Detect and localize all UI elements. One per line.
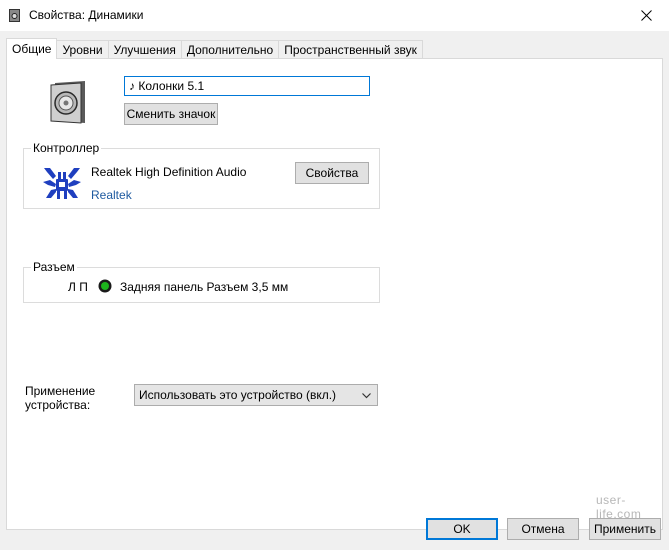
dialog-client-area: Общие Уровни Улучшения Дополнительно Про… (0, 31, 669, 550)
tab-advanced[interactable]: Дополнительно (180, 40, 280, 59)
device-usage-selected-value: Использовать это устройство (вкл.) (139, 388, 337, 402)
title-bar: Свойства: Динамики (0, 0, 669, 31)
jack-channel-label: Л П (68, 280, 88, 294)
controller-group: Контроллер Realtek High Definition Audio… (23, 141, 380, 209)
controller-group-label: Контроллер (31, 141, 102, 155)
jack-group: Разъем Л П Задняя панель Разъем 3,5 мм (23, 260, 380, 303)
close-button[interactable] (623, 0, 669, 31)
device-usage-select[interactable]: Использовать это устройство (вкл.) (134, 384, 378, 406)
device-usage-label: Применение устройства: (25, 384, 96, 412)
speaker-icon (50, 81, 85, 124)
jack-color-indicator-icon (98, 279, 112, 293)
jack-group-label: Разъем (31, 260, 77, 274)
ok-button[interactable]: OK (426, 518, 498, 540)
controller-name: Realtek High Definition Audio (91, 165, 247, 179)
tab-strip: Общие Уровни Улучшения Дополнительно Про… (6, 38, 423, 59)
change-icon-button[interactable]: Сменить значок (124, 103, 218, 125)
chevron-down-icon (362, 393, 371, 399)
controller-vendor: Realtek (91, 188, 132, 202)
cancel-button[interactable]: Отмена (507, 518, 579, 540)
realtek-crab-icon (43, 168, 81, 199)
tab-panel-general: Сменить значок Контроллер (6, 58, 663, 530)
device-name-input[interactable] (124, 76, 370, 96)
tab-levels[interactable]: Уровни (56, 40, 109, 59)
close-icon (640, 10, 652, 21)
tab-general[interactable]: Общие (6, 38, 58, 59)
tab-enhancements[interactable]: Улучшения (107, 40, 182, 59)
apply-button[interactable]: Применить (589, 518, 661, 540)
window-title: Свойства: Динамики (29, 8, 144, 22)
tab-spatial-sound[interactable]: Пространственный звук (278, 40, 423, 59)
speaker-small-icon (9, 9, 20, 22)
jack-description: Задняя панель Разъем 3,5 мм (120, 280, 289, 294)
controller-properties-button[interactable]: Свойства (295, 162, 369, 184)
